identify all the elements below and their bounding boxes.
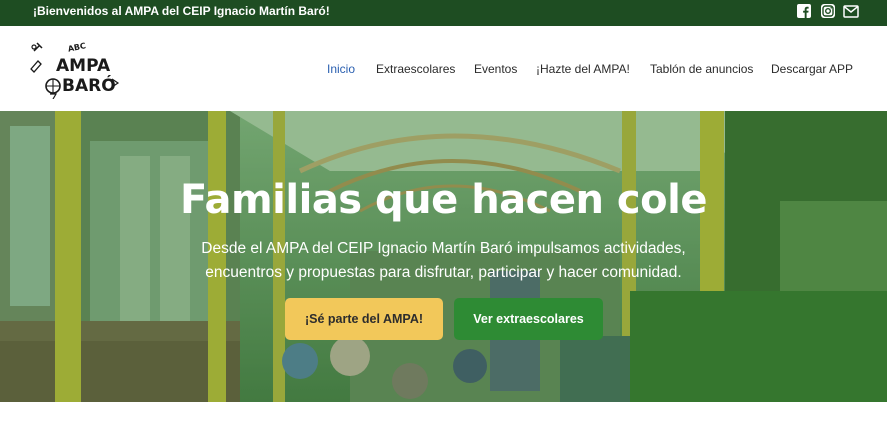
nav-descargar-app[interactable]: Descargar APP	[771, 62, 853, 76]
nav-inicio[interactable]: Inicio	[327, 62, 355, 76]
welcome-text: ¡Bienvenidos al AMPA del CEIP Ignacio Ma…	[33, 4, 330, 18]
nav-tablon-de-anuncios[interactable]: Tablón de anuncios	[650, 62, 753, 76]
content-below-hero	[0, 402, 887, 430]
facebook-icon[interactable]	[796, 3, 812, 19]
hero-section: Familias que hacen cole Desde el AMPA de…	[0, 111, 887, 402]
site-logo[interactable]: ABC AMPA BARÓ	[28, 39, 120, 100]
view-extracurriculars-button[interactable]: Ver extraescolares	[454, 298, 603, 340]
logo-line2: BARÓ	[62, 74, 116, 96]
nav-extraescolares[interactable]: Extraescolares	[376, 62, 455, 76]
nav-eventos[interactable]: Eventos	[474, 62, 517, 76]
top-bar: ¡Bienvenidos al AMPA del CEIP Ignacio Ma…	[0, 0, 887, 26]
logo-line1: AMPA	[56, 56, 111, 76]
mail-icon[interactable]	[843, 3, 859, 19]
hero-title: Familias que hacen cole	[180, 177, 707, 223]
logo-small-text: ABC	[67, 41, 87, 54]
site-header: ABC AMPA BARÓ Inicio Extraescolares Even…	[0, 26, 887, 111]
hero-subtitle-line-2: encuentros y propuestas para disfrutar, …	[205, 264, 682, 281]
join-ampa-button[interactable]: ¡Sé parte del AMPA!	[285, 298, 443, 340]
hero-subtitle-line-1: Desde el AMPA del CEIP Ignacio Martín Ba…	[201, 240, 686, 257]
instagram-icon[interactable]	[820, 3, 836, 19]
nav-hazte-del-ampa[interactable]: ¡Hazte del AMPA!	[536, 62, 630, 76]
